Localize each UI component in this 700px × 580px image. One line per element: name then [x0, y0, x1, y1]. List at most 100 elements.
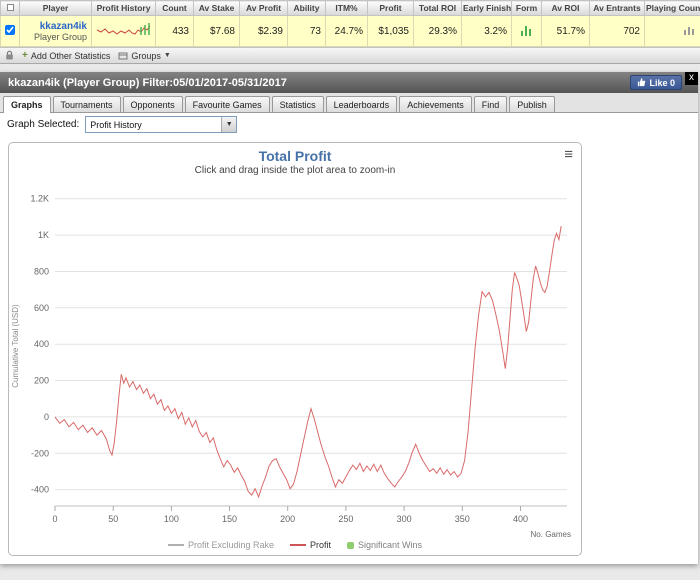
- legend-item[interactable]: Profit: [290, 540, 331, 550]
- av-profit-value: $2.39: [239, 15, 288, 47]
- col-ability[interactable]: Ability: [287, 0, 326, 16]
- col-early-finish[interactable]: Early Finish: [461, 0, 512, 16]
- groups-dropdown[interactable]: Groups ▼: [118, 50, 171, 61]
- tab-graphs[interactable]: Graphs: [3, 96, 51, 113]
- legend-label: Significant Wins: [358, 540, 423, 550]
- row-checkbox[interactable]: [5, 24, 15, 35]
- plus-icon: +: [22, 50, 28, 61]
- svg-text:150: 150: [222, 514, 237, 524]
- graph-type-select[interactable]: Profit History ▼: [85, 116, 238, 133]
- stats-header-row: Player Profit History Count Av Stake Av …: [0, 0, 700, 16]
- col-count[interactable]: Count: [155, 0, 194, 16]
- ability-value: 73: [287, 15, 326, 47]
- chart-subtitle: Click and drag inside the plot area to z…: [194, 165, 396, 176]
- legend-item[interactable]: Significant Wins: [347, 540, 422, 550]
- svg-text:200: 200: [280, 514, 295, 524]
- total-profit-chart: Total Profit Click and drag inside the p…: [8, 142, 582, 556]
- checkbox-icon: [6, 4, 14, 11]
- facebook-like-button[interactable]: Like 0: [630, 75, 682, 90]
- svg-text:400: 400: [34, 339, 49, 349]
- lock-icon: [6, 50, 13, 60]
- chart-title: Total Profit: [258, 148, 332, 164]
- tab-leaderboards[interactable]: Leaderboards: [325, 96, 398, 112]
- col-player[interactable]: Player: [19, 0, 92, 16]
- col-profit-history[interactable]: Profit History: [91, 0, 156, 16]
- groups-chevron-down-icon: ▼: [163, 52, 171, 59]
- chart-menu-icon[interactable]: ≡: [564, 147, 573, 162]
- svg-text:0: 0: [52, 514, 57, 524]
- early-finish-value: 3.2%: [461, 15, 512, 47]
- tab-publish[interactable]: Publish: [509, 96, 555, 112]
- svg-text:1K: 1K: [38, 230, 49, 240]
- chart-plot-area[interactable]: -400 -200 0 200 400 600 800 1K 1.2K 0 50 100 150 200 2…: [9, 178, 581, 535]
- player-type-label: Player Group: [33, 31, 87, 42]
- select-chevron-down-icon: ▼: [221, 117, 237, 132]
- thumbs-up-icon: [638, 78, 646, 87]
- tabs-bar: Graphs Tournaments Opponents Favourite G…: [0, 93, 698, 113]
- form-sparkline-cell: [511, 15, 542, 47]
- svg-text:600: 600: [34, 303, 49, 313]
- graph-select-row: Graph Selected: Profit History ▼: [0, 113, 698, 136]
- svg-text:50: 50: [108, 514, 118, 524]
- col-total-roi[interactable]: Total ROI: [413, 0, 462, 16]
- select-all-header[interactable]: [0, 0, 20, 16]
- legend-item[interactable]: Profit Excluding Rake: [167, 540, 274, 550]
- legend-marker-icon: [347, 541, 355, 549]
- player-name-link[interactable]: kkazan4ik: [24, 21, 87, 32]
- col-form[interactable]: Form: [511, 0, 542, 16]
- col-av-profit[interactable]: Av Profit: [239, 0, 288, 16]
- legend-marker-icon: [167, 544, 184, 546]
- svg-text:400: 400: [513, 514, 528, 524]
- x-axis-title: No. Games: [530, 530, 571, 539]
- add-other-statistics-button[interactable]: + Add Other Statistics: [22, 50, 110, 61]
- panel-title: kkazan4ik (Player Group) Filter:05/01/20…: [8, 76, 287, 89]
- tab-tournaments[interactable]: Tournaments: [52, 96, 121, 112]
- av-entrants-value: 702: [589, 15, 645, 47]
- av-stake-value: $7.68: [193, 15, 240, 47]
- profit-value: $1,035: [367, 15, 414, 47]
- add-other-statistics-label: Add Other Statistics: [30, 50, 111, 61]
- profit-chart-svg[interactable]: -400 -200 0 200 400 600 800 1K 1.2K 0 50 100 150 200 2…: [9, 178, 579, 530]
- svg-text:0: 0: [44, 412, 49, 422]
- tab-statistics[interactable]: Statistics: [271, 96, 324, 112]
- col-av-entrants[interactable]: Av Entrants: [589, 0, 645, 16]
- playing-count-cell[interactable]: [644, 15, 700, 47]
- graph-type-selected-value: Profit History: [90, 119, 142, 130]
- svg-text:1.2K: 1.2K: [30, 194, 49, 204]
- svg-text:Cumulative Total (USD): Cumulative Total (USD): [11, 304, 20, 388]
- col-profit[interactable]: Profit: [367, 0, 414, 16]
- svg-text:800: 800: [34, 267, 49, 277]
- col-playing-count[interactable]: Playing Count: [644, 0, 700, 16]
- col-av-roi[interactable]: Av ROI: [541, 0, 590, 16]
- groups-label: Groups: [131, 50, 161, 61]
- close-icon[interactable]: x: [685, 72, 698, 85]
- page: Player Profit History Count Av Stake Av …: [0, 0, 700, 580]
- tab-achievements[interactable]: Achievements: [399, 96, 472, 112]
- svg-text:350: 350: [455, 514, 470, 524]
- legend-label: Profit: [310, 540, 332, 550]
- total-roi-value: 29.3%: [413, 15, 462, 47]
- player-panel: kkazan4ik (Player Group) Filter:05/01/20…: [0, 72, 698, 564]
- player-row: kkazan4ik Player Group 433 $7.68 $2.39 7…: [0, 15, 700, 47]
- col-itm[interactable]: ITM%: [325, 0, 368, 16]
- tab-opponents[interactable]: Opponents: [122, 96, 183, 112]
- graph-selected-label: Graph Selected:: [7, 119, 80, 130]
- player-cell: kkazan4ik Player Group: [19, 15, 92, 47]
- tab-find[interactable]: Find: [473, 96, 508, 112]
- col-av-stake[interactable]: Av Stake: [193, 0, 240, 16]
- svg-text:-400: -400: [31, 485, 49, 495]
- stats-toolbar: + Add Other Statistics Groups ▼: [0, 47, 700, 64]
- stats-table: Player Profit History Count Av Stake Av …: [0, 0, 700, 47]
- profit-history-sparkline-cell[interactable]: [91, 15, 156, 47]
- sparkline-icon: [96, 22, 151, 35]
- tab-favourite-games[interactable]: Favourite Games: [184, 96, 270, 112]
- legend-label: Profit Excluding Rake: [187, 540, 274, 550]
- svg-text:300: 300: [397, 514, 412, 524]
- svg-text:100: 100: [164, 514, 179, 524]
- chart-legend: Profit Excluding Rake Profit Significant W…: [9, 540, 581, 550]
- panel-header: kkazan4ik (Player Group) Filter:05/01/20…: [0, 72, 698, 93]
- stats-block: Player Profit History Count Av Stake Av …: [0, 0, 700, 64]
- lock-button[interactable]: [5, 50, 14, 61]
- like-button-label: Like 0: [649, 77, 675, 88]
- playing-count-graph-icon: [684, 26, 694, 35]
